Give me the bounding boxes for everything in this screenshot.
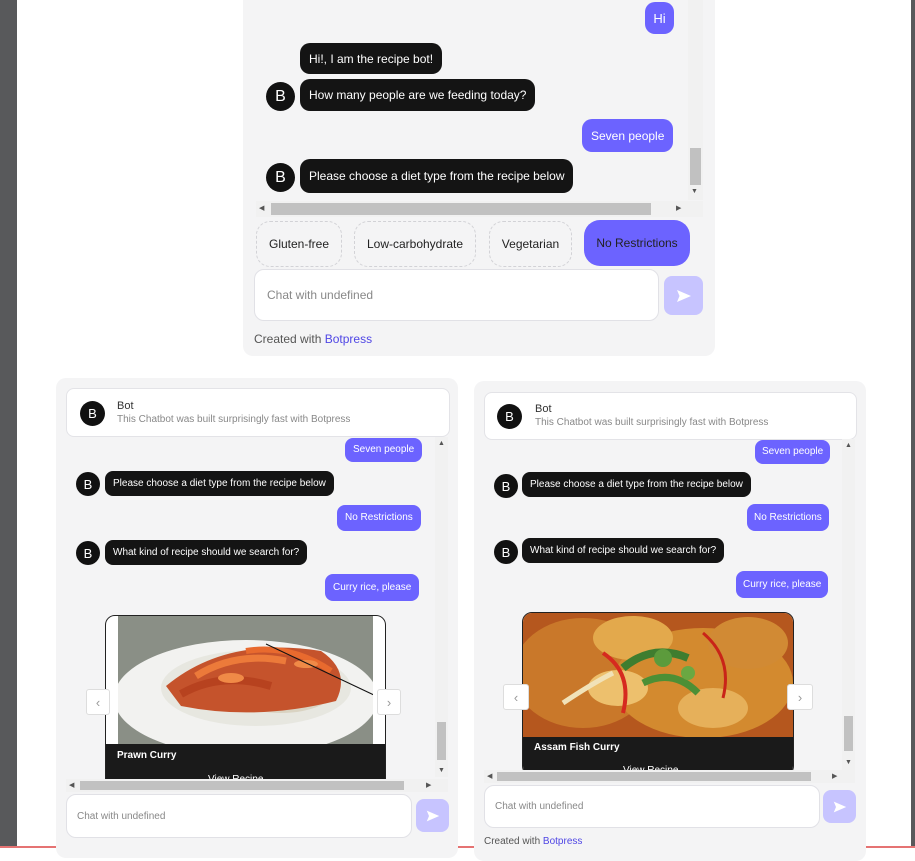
carousel-next-button[interactable]: › xyxy=(377,689,401,715)
right-vertical-scroll-thumb[interactable] xyxy=(844,716,853,751)
message-user-seven-people: Seven people xyxy=(345,438,423,462)
choice-gluten-free[interactable]: Gluten-free xyxy=(256,221,342,267)
choice-vegetarian[interactable]: Vegetarian xyxy=(489,221,572,267)
assam-fish-curry-image xyxy=(523,613,793,737)
right-horizontal-scroll-thumb[interactable] xyxy=(497,772,811,781)
message-bot-recipe-question: What kind of recipe should we search for… xyxy=(522,538,725,563)
message-user-no-restrictions: No Restrictions xyxy=(337,505,421,531)
bot-avatar: B xyxy=(494,474,518,498)
botpress-link[interactable]: Botpress xyxy=(543,836,582,847)
recipe-card-assam-fish-curry[interactable]: Assam Fish Curry View Recipe xyxy=(522,612,794,776)
prawn-curry-image xyxy=(106,616,385,744)
right-chat-header xyxy=(484,392,857,440)
scroll-right-arrow-icon[interactable]: ▶ xyxy=(426,782,431,789)
bot-avatar: B xyxy=(497,404,522,429)
top-vertical-scroll-thumb[interactable] xyxy=(690,148,701,185)
message-bot-diet-prompt: Please choose a diet type from the recip… xyxy=(522,472,751,497)
chat-input-placeholder: Chat with undefined xyxy=(267,288,374,302)
footer-prefix: Created with xyxy=(254,332,322,346)
scroll-down-arrow-icon[interactable]: ▼ xyxy=(845,759,852,766)
top-chat-input[interactable]: Chat with undefined xyxy=(254,269,659,321)
recipe-card-title: Prawn Curry xyxy=(117,750,177,761)
message-user-curry-rice: Curry rice, please xyxy=(736,571,829,598)
left-header-description: This Chatbot was built surprisingly fast… xyxy=(117,414,351,425)
message-user-hi: Hi xyxy=(645,2,674,34)
right-footer: Created with Botpress xyxy=(484,836,582,847)
scroll-left-arrow-icon[interactable]: ◀ xyxy=(487,773,492,780)
message-bot-diet-prompt: Please choose a diet type from the recip… xyxy=(300,159,574,193)
scroll-right-arrow-icon[interactable]: ▶ xyxy=(676,205,681,212)
chat-input-placeholder: Chat with undefined xyxy=(77,810,166,822)
top-send-button[interactable] xyxy=(664,276,703,315)
message-user-seven-people: Seven people xyxy=(582,119,674,152)
send-arrow-icon xyxy=(676,289,691,302)
bot-avatar: B xyxy=(76,472,100,496)
recipe-card-prawn-curry[interactable]: Prawn Curry View Recipe xyxy=(105,615,386,789)
scroll-left-arrow-icon[interactable]: ◀ xyxy=(69,782,74,789)
left-chat-input[interactable]: Chat with undefined xyxy=(66,794,412,838)
window-left-edge xyxy=(0,0,17,848)
message-user-no-restrictions: No Restrictions xyxy=(747,504,829,531)
top-footer: Created with Botpress xyxy=(254,332,372,346)
left-horizontal-scroll-thumb[interactable] xyxy=(80,781,404,790)
left-send-button[interactable] xyxy=(416,799,449,832)
carousel-prev-button[interactable]: ‹ xyxy=(86,689,110,715)
message-user-seven-people: Seven people xyxy=(755,440,831,464)
bot-avatar: B xyxy=(266,163,295,192)
message-bot-people-question: How many people are we feeding today? xyxy=(300,79,536,111)
scroll-up-arrow-icon[interactable]: ▲ xyxy=(438,440,445,447)
bot-avatar: B xyxy=(266,82,295,111)
chat-input-placeholder: Chat with undefined xyxy=(495,801,584,812)
chevron-right-icon: › xyxy=(797,689,803,705)
scroll-down-arrow-icon[interactable]: ▼ xyxy=(438,767,445,774)
left-header-name: Bot xyxy=(117,400,134,412)
message-bot-diet-prompt: Please choose a diet type from the recip… xyxy=(105,471,334,496)
carousel-prev-button[interactable]: ‹ xyxy=(503,684,529,710)
window-right-edge xyxy=(911,0,915,848)
right-header-description: This Chatbot was built surprisingly fast… xyxy=(535,417,769,428)
top-horizontal-scroll-thumb[interactable] xyxy=(271,203,651,215)
recipe-card-title: Assam Fish Curry xyxy=(534,742,620,753)
scroll-right-arrow-icon[interactable]: ▶ xyxy=(832,773,837,780)
bot-avatar: B xyxy=(494,540,518,564)
scroll-up-arrow-icon[interactable]: ▲ xyxy=(845,442,852,449)
botpress-link[interactable]: Botpress xyxy=(325,332,372,346)
bot-avatar: B xyxy=(76,541,100,565)
message-bot-recipe-question: What kind of recipe should we search for… xyxy=(105,540,308,565)
chevron-left-icon: ‹ xyxy=(513,689,519,705)
message-bot-greeting: Hi!, I am the recipe bot! xyxy=(300,43,443,74)
right-header-name: Bot xyxy=(535,403,552,415)
message-user-curry-rice: Curry rice, please xyxy=(325,574,420,601)
choice-no-restrictions[interactable]: No Restrictions xyxy=(584,220,690,266)
footer-prefix: Created with xyxy=(484,836,541,847)
chevron-right-icon: › xyxy=(386,694,392,710)
right-chat-input[interactable]: Chat with undefined xyxy=(484,785,820,828)
left-chat-header xyxy=(66,388,450,437)
carousel-next-button[interactable]: › xyxy=(787,684,813,710)
right-send-button[interactable] xyxy=(823,790,856,823)
choice-low-carbohydrate[interactable]: Low-carbohydrate xyxy=(354,221,476,267)
scroll-down-arrow-icon[interactable]: ▼ xyxy=(691,188,698,195)
send-arrow-icon xyxy=(833,801,846,812)
send-arrow-icon xyxy=(426,810,439,821)
chevron-left-icon: ‹ xyxy=(95,694,101,710)
left-vertical-scroll-thumb[interactable] xyxy=(437,722,446,760)
scroll-left-arrow-icon[interactable]: ◀ xyxy=(259,205,264,212)
bot-avatar: B xyxy=(80,401,105,426)
